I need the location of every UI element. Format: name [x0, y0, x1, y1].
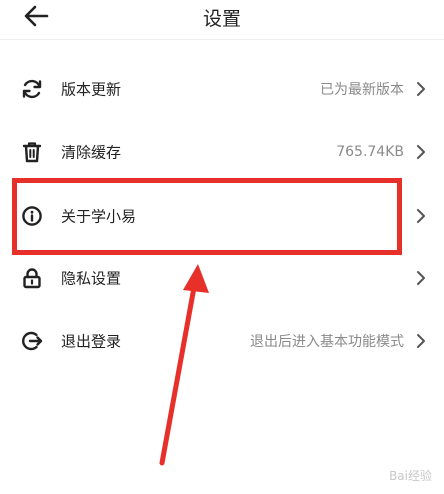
cache-size: 765.74KB: [336, 144, 404, 160]
logout-hint: 退出后进入基本功能模式: [250, 334, 404, 350]
settings-screen: 设置 版本更新 已为最新版本 清除缓存 765.74KB 关于学小易 隐私设置 …: [0, 0, 444, 494]
settings-item-label: 关于学小易: [61, 207, 137, 226]
settings-item-label: 清除缓存: [61, 143, 122, 162]
chevron-right-icon: [414, 143, 428, 161]
watermark: Bai经验: [389, 469, 432, 483]
settings-item-label: 隐私设置: [61, 269, 122, 288]
chevron-right-icon: [414, 80, 428, 98]
settings-item-version-update[interactable]: 版本更新 已为最新版本: [0, 58, 444, 120]
settings-item-about[interactable]: 关于学小易: [0, 185, 444, 247]
chevron-right-icon: [414, 207, 428, 225]
logout-icon: [20, 329, 44, 353]
settings-item-clear-cache[interactable]: 清除缓存 765.74KB: [0, 121, 444, 183]
settings-item-label: 退出登录: [61, 332, 122, 351]
refresh-icon: [20, 77, 44, 101]
info-icon: [20, 204, 44, 228]
settings-item-logout[interactable]: 退出登录 退出后进入基本功能模式: [0, 310, 444, 372]
lock-icon: [20, 266, 44, 290]
settings-item-label: 版本更新: [61, 80, 122, 99]
chevron-right-icon: [414, 332, 428, 350]
chevron-right-icon: [414, 269, 428, 287]
version-status: 已为最新版本: [320, 82, 404, 98]
settings-item-privacy[interactable]: 隐私设置: [0, 247, 444, 309]
top-bar: 设置: [0, 0, 444, 40]
trash-icon: [20, 140, 44, 164]
page-title: 设置: [202, 8, 241, 30]
